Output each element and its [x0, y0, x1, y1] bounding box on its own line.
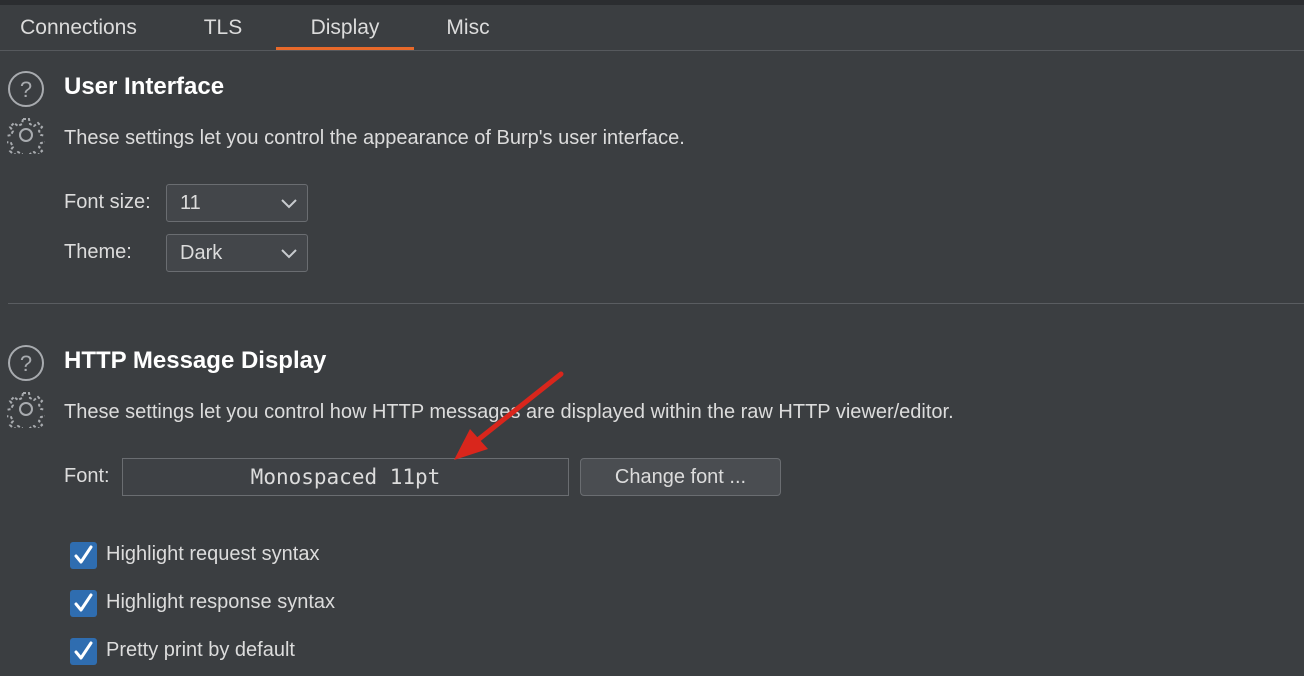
- tab-misc[interactable]: Misc: [414, 5, 522, 50]
- checkmark-icon: [74, 593, 93, 612]
- theme-select[interactable]: Dark: [166, 234, 308, 272]
- highlight-request-checkbox[interactable]: [70, 542, 97, 569]
- chevron-down-icon: [281, 199, 297, 209]
- svg-text:?: ?: [20, 351, 32, 376]
- tab-bar: Connections TLS Display Misc: [0, 5, 1304, 51]
- change-font-button[interactable]: Change font ...: [580, 458, 781, 496]
- tab-tls[interactable]: TLS: [157, 5, 289, 50]
- highlight-response-checkbox[interactable]: [70, 590, 97, 617]
- pretty-print-label[interactable]: Pretty print by default: [106, 639, 295, 662]
- tab-connections[interactable]: Connections: [0, 5, 157, 50]
- font-label: Font:: [64, 465, 110, 487]
- checkmark-icon: [74, 545, 93, 564]
- font-size-label: Font size:: [64, 191, 151, 213]
- section-title-user-interface: User Interface: [64, 73, 225, 100]
- chevron-down-icon: [281, 249, 297, 259]
- help-icon[interactable]: ?: [7, 70, 45, 108]
- tab-display[interactable]: Display: [276, 5, 414, 50]
- section-title-http-message-display: HTTP Message Display: [64, 347, 327, 374]
- section-divider: [8, 303, 1304, 304]
- help-icon[interactable]: ?: [7, 344, 45, 382]
- svg-text:?: ?: [20, 77, 32, 102]
- theme-label: Theme:: [64, 241, 132, 263]
- pretty-print-checkbox[interactable]: [70, 638, 97, 665]
- font-size-value: 11: [180, 192, 201, 214]
- theme-value: Dark: [180, 242, 223, 264]
- font-size-select[interactable]: 11: [166, 184, 308, 222]
- checkmark-icon: [74, 641, 93, 660]
- section-description-user-interface: These settings let you control the appea…: [64, 127, 685, 149]
- highlight-response-label[interactable]: Highlight response syntax: [106, 591, 335, 614]
- gear-icon[interactable]: [7, 116, 45, 154]
- highlight-request-label[interactable]: Highlight request syntax: [106, 543, 319, 566]
- gear-icon[interactable]: [7, 390, 45, 428]
- annotation-arrow-icon: [454, 371, 564, 460]
